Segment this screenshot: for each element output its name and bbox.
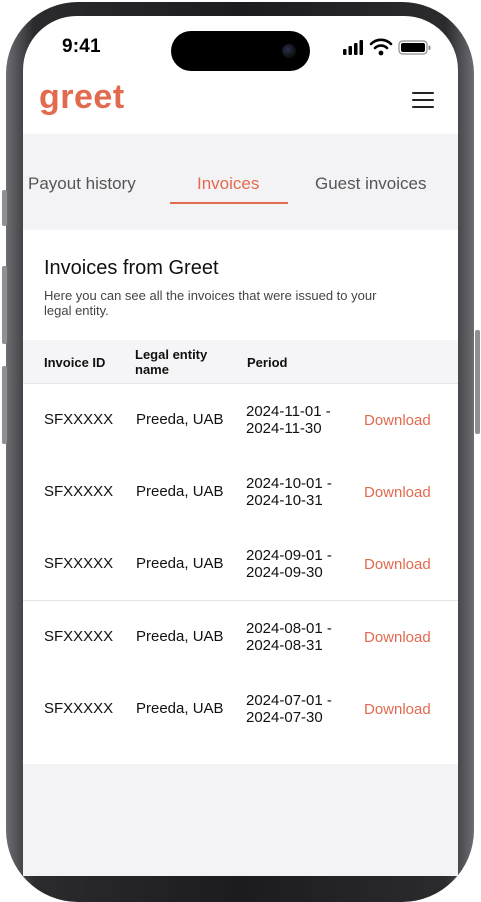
app-header: greet (23, 74, 458, 134)
invoices-card: Invoices from Greet Here you can see all… (23, 230, 458, 764)
tabs-spacer (23, 205, 458, 230)
column-header-period: Period (247, 355, 288, 370)
table-row: SFXXXXX Preeda, UAB 2024-10-01 - 2024-10… (23, 456, 458, 529)
tab-invoices[interactable]: Invoices (197, 174, 259, 194)
download-button[interactable]: Download (364, 556, 431, 573)
status-icons (343, 38, 431, 56)
tab-guest-invoices[interactable]: Guest invoices (315, 174, 427, 194)
table-row: SFXXXXX Preeda, UAB 2024-07-01 - 2024-07… (23, 673, 458, 745)
table-header: Invoice ID Legal entity name Period (23, 340, 458, 384)
hamburger-menu-icon[interactable] (412, 90, 436, 110)
phone-screen: 9:41 greet Payout history Invoices Guest… (23, 16, 458, 876)
invoice-id: SFXXXXX (44, 483, 114, 500)
cellular-signal-icon (343, 40, 363, 55)
invoice-period: 2024-10-01 - 2024-10-31 (246, 475, 332, 509)
invoice-id: SFXXXXX (44, 628, 114, 645)
download-button[interactable]: Download (364, 412, 431, 429)
wifi-icon (369, 38, 393, 56)
invoice-period: 2024-07-01 - 2024-07-30 (246, 692, 332, 726)
invoice-period: 2024-08-01 - 2024-08-31 (246, 620, 332, 654)
column-header-legal-entity: Legal entity name (135, 347, 208, 377)
column-header-invoice-id: Invoice ID (44, 355, 106, 370)
invoice-period: 2024-09-01 - 2024-09-30 (246, 547, 332, 581)
page-footer-area (23, 764, 458, 876)
invoice-id: SFXXXXX (44, 555, 114, 572)
phone-frame: 9:41 greet Payout history Invoices Guest… (0, 0, 481, 902)
table-row: SFXXXXX Preeda, UAB 2024-11-01 - 2024-11… (23, 384, 458, 457)
action-button (2, 190, 7, 226)
table-row: SFXXXXX Preeda, UAB 2024-09-01 - 2024-09… (23, 528, 458, 601)
table-row: SFXXXXX Preeda, UAB 2024-08-01 - 2024-08… (23, 601, 458, 674)
invoice-id: SFXXXXX (44, 700, 114, 717)
invoice-period: 2024-11-01 - 2024-11-30 (246, 403, 331, 437)
greet-logo[interactable]: greet (39, 78, 125, 117)
volume-up-button (2, 266, 7, 344)
header-spacer (23, 134, 458, 162)
legal-entity-name: Preeda, UAB (136, 628, 224, 645)
active-tab-indicator (170, 202, 288, 204)
dynamic-island (171, 31, 310, 71)
battery-icon (398, 40, 431, 55)
legal-entity-name: Preeda, UAB (136, 483, 224, 500)
status-time: 9:41 (62, 36, 101, 57)
front-camera-icon (282, 44, 296, 58)
legal-entity-name: Preeda, UAB (136, 555, 224, 572)
tab-bar: Payout history Invoices Guest invoices (23, 162, 458, 206)
invoices-description: Here you can see all the invoices that w… (44, 288, 377, 318)
tab-payout-history[interactable]: Payout history (28, 174, 136, 194)
legal-entity-name: Preeda, UAB (136, 700, 224, 717)
invoice-id: SFXXXXX (44, 411, 114, 428)
download-button[interactable]: Download (364, 484, 431, 501)
legal-entity-name: Preeda, UAB (136, 411, 224, 428)
power-button (475, 330, 480, 434)
download-button[interactable]: Download (364, 629, 431, 646)
volume-down-button (2, 366, 7, 444)
invoices-title: Invoices from Greet (44, 257, 219, 279)
download-button[interactable]: Download (364, 701, 431, 718)
status-bar: 9:41 (23, 16, 458, 74)
